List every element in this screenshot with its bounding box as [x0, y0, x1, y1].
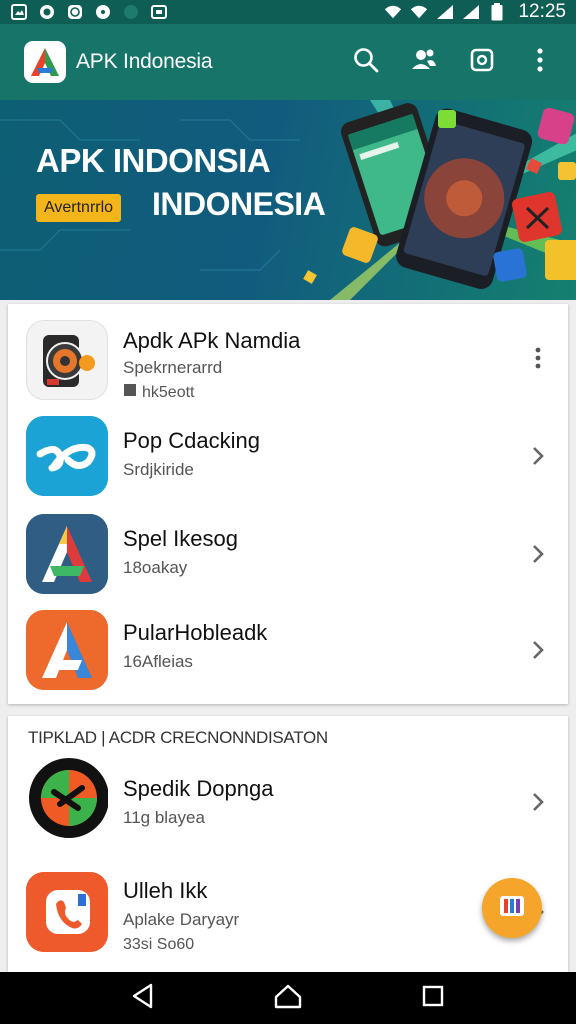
promo-banner[interactable]: APK INDONSIA Avertnrrlo INDONESIA: [0, 100, 576, 300]
apk-logo-icon[interactable]: [24, 41, 66, 83]
list-item[interactable]: PularHobleadk 16Afleias: [8, 604, 568, 700]
store-icon: [497, 893, 527, 924]
banner-subtitle: INDONESIA: [152, 186, 326, 222]
item-open-button[interactable]: [524, 632, 552, 672]
system-nav-bar: [0, 972, 576, 1024]
app-icon: [26, 416, 108, 496]
app-name: Spel Ikesog: [123, 526, 238, 551]
item-menu-button[interactable]: [524, 340, 552, 380]
app-meta: hk5eott: [142, 383, 195, 401]
list-item[interactable]: Spedik Dopnga 11g blayea: [8, 758, 568, 854]
app-name: Ulleh Ikk: [123, 878, 208, 903]
list-item[interactable]: Spel Ikesog 18oakay: [8, 508, 568, 604]
section-title: TIPKLAD | ACDR CRECNONNDISATON: [28, 728, 328, 747]
circle-icon: [94, 3, 112, 21]
signal-icon: [436, 3, 454, 21]
screenshot-button[interactable]: [466, 46, 498, 78]
gallery-icon: [150, 3, 168, 21]
app-icon: [26, 320, 108, 400]
search-button[interactable]: [350, 46, 382, 78]
home-icon: [274, 983, 302, 1014]
chevron-right-icon: [532, 446, 544, 471]
list-item[interactable]: Apdk APk Namdia Spekrnerarrd hk5eott: [8, 312, 568, 408]
app-developer: 11g blayea: [123, 808, 205, 827]
app-developer: Aplake Daryayr: [123, 910, 240, 929]
storage-icon: [123, 383, 137, 402]
app-icon: [26, 872, 108, 952]
signal-icon: [462, 3, 480, 21]
app-icon: [26, 514, 108, 594]
users-button[interactable]: [408, 46, 440, 78]
item-open-button[interactable]: [524, 536, 552, 576]
battery-icon: [488, 3, 506, 21]
app-icon: [26, 758, 108, 838]
app-developer: 16Afleias: [123, 652, 193, 671]
item-open-button[interactable]: [524, 438, 552, 478]
recents-button[interactable]: [413, 978, 453, 1018]
wifi-icon: [384, 3, 402, 21]
home-button[interactable]: [268, 978, 308, 1018]
app-icon: [26, 610, 108, 690]
back-icon: [131, 983, 155, 1014]
chevron-right-icon: [532, 792, 544, 817]
back-button[interactable]: [123, 978, 163, 1018]
app-developer: Spekrnerarrd: [123, 358, 223, 377]
banner-badge: Avertnrrlo: [36, 194, 122, 222]
floating-action-button[interactable]: [482, 878, 542, 938]
search-icon: [353, 47, 379, 78]
chevron-right-icon: [532, 640, 544, 665]
more-vertical-icon: [536, 47, 544, 78]
app-meta: 33si So60: [123, 936, 195, 953]
status-bar: 12:25: [0, 0, 576, 24]
app-developer: Srdjkiride: [123, 460, 194, 479]
chat-icon: [38, 3, 56, 21]
whatsapp-icon: [66, 3, 84, 21]
recents-icon: [421, 984, 445, 1013]
clock: 12:25: [518, 1, 566, 22]
chevron-right-icon: [532, 544, 544, 569]
photo-icon: [10, 3, 28, 21]
featured-apps-card: Apdk APk Namdia Spekrnerarrd hk5eott Pop…: [8, 304, 568, 704]
app-name: PularHobleadk: [123, 620, 268, 645]
users-icon: [410, 47, 438, 78]
more-options-button[interactable]: [524, 46, 556, 78]
list-item[interactable]: Pop Cdacking Srdjkiride: [8, 410, 568, 506]
app-name: Pop Cdacking: [123, 428, 260, 453]
app-bar: APK Indonesia: [0, 24, 576, 100]
app-name: Apdk APk Namdia: [123, 328, 301, 353]
wifi-icon: [410, 3, 428, 21]
app-name: Spedik Dopnga: [123, 776, 274, 801]
banner-title: APK INDONSIA: [36, 142, 271, 179]
recommendation-card: TIPKLAD | ACDR CRECNONNDISATON Spedik Do…: [8, 716, 568, 972]
app-developer: 18oakay: [123, 558, 188, 577]
more-vertical-icon: [535, 346, 541, 375]
screenshot-icon: [469, 47, 495, 78]
item-open-button[interactable]: [524, 784, 552, 824]
app-title: APK Indonesia: [76, 50, 213, 73]
hotspot-icon: [122, 3, 140, 21]
